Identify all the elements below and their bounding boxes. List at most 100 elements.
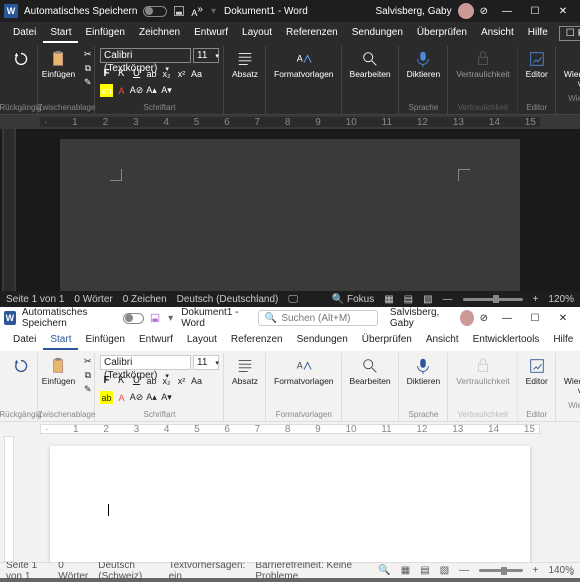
- grow-font-button[interactable]: A▴: [145, 391, 158, 404]
- menu-tab-entwicklertools[interactable]: Entwicklertools: [466, 331, 547, 350]
- horizontal-ruler[interactable]: ·123456789101112131415: [0, 115, 580, 129]
- display-settings-icon[interactable]: 🖵: [288, 294, 298, 305]
- view-web-icon[interactable]: ▧: [440, 565, 449, 576]
- save-icon[interactable]: [173, 5, 185, 17]
- language-indicator[interactable]: Deutsch (Deutschland): [177, 294, 279, 305]
- font-size-select[interactable]: 11▾: [193, 355, 219, 370]
- page-indicator[interactable]: Seite 1 von 1: [6, 560, 48, 582]
- editor-button[interactable]: Editor: [523, 48, 551, 81]
- menu-tab-überprüfen[interactable]: Überprüfen: [410, 24, 474, 43]
- superscript-button[interactable]: x²: [175, 374, 188, 387]
- document-area[interactable]: [0, 129, 580, 291]
- case-button[interactable]: Aa: [190, 67, 203, 80]
- predictions-indicator[interactable]: Textvorhersagen: ein: [169, 560, 246, 582]
- vertical-ruler[interactable]: [2, 129, 16, 291]
- dictate-button[interactable]: Diktieren: [404, 355, 444, 388]
- highlight-button[interactable]: ab: [100, 84, 113, 97]
- view-print-icon[interactable]: ▤: [420, 565, 429, 576]
- clear-format-button[interactable]: A⊘: [130, 84, 143, 97]
- zoom-slider[interactable]: [479, 569, 522, 572]
- menu-tab-datei[interactable]: Datei: [6, 24, 43, 43]
- edit-button[interactable]: Bearbeiten: [347, 48, 394, 81]
- highlight-button[interactable]: ab: [100, 391, 113, 404]
- search-input[interactable]: 🔍 Suchen (Alt+M): [258, 310, 378, 326]
- font-size-select[interactable]: 11▾: [193, 48, 219, 63]
- cut-icon[interactable]: ✂: [81, 48, 94, 61]
- user-avatar[interactable]: [458, 3, 474, 19]
- edit-button[interactable]: Bearbeiten: [347, 355, 394, 388]
- maximize-button[interactable]: ☐: [522, 309, 548, 327]
- menu-tab-ansicht[interactable]: Ansicht: [419, 331, 466, 350]
- menu-tab-referenzen[interactable]: Referenzen: [224, 331, 290, 350]
- user-name[interactable]: Salvisberg, Gaby: [375, 6, 451, 17]
- clear-format-button[interactable]: A⊘: [130, 391, 143, 404]
- styles-button[interactable]: AFormatvorlagen: [271, 355, 337, 388]
- bold-button[interactable]: F: [100, 374, 113, 387]
- zoom-in-button[interactable]: +: [533, 565, 539, 576]
- menu-tab-ansicht[interactable]: Ansicht: [474, 24, 521, 43]
- menu-tab-sendungen[interactable]: Sendungen: [345, 24, 410, 43]
- italic-button[interactable]: K: [115, 67, 128, 80]
- word-count[interactable]: 0 Wörter: [58, 560, 88, 582]
- font-color-button[interactable]: A: [115, 84, 128, 97]
- zoom-in-button[interactable]: +: [533, 294, 539, 305]
- page[interactable]: [60, 139, 520, 291]
- format-painter-icon[interactable]: ✎: [81, 383, 94, 396]
- shrink-font-button[interactable]: A▾: [160, 391, 173, 404]
- paragraph-button[interactable]: Absatz: [229, 48, 261, 81]
- case-button[interactable]: Aa: [190, 374, 203, 387]
- maximize-button[interactable]: ☐: [522, 2, 548, 20]
- italic-button[interactable]: K: [115, 374, 128, 387]
- collapse-ribbon-button[interactable]: ⌄: [568, 567, 576, 578]
- comments-button[interactable]: ☐ Kommentare ▾: [559, 26, 580, 41]
- menu-tab-start[interactable]: Start: [43, 24, 78, 43]
- editor-button[interactable]: Editor: [523, 355, 551, 388]
- format-painter-icon[interactable]: ✎: [81, 76, 94, 89]
- subscript-button[interactable]: x₂: [160, 374, 173, 387]
- menu-tab-hilfe[interactable]: Hilfe: [546, 331, 580, 350]
- user-name[interactable]: Salvisberg, Gaby: [390, 307, 454, 329]
- char-count[interactable]: 0 Zeichen: [123, 294, 167, 305]
- menu-tab-hilfe[interactable]: Hilfe: [521, 24, 555, 43]
- menu-tab-zeichnen[interactable]: Zeichnen: [132, 24, 187, 43]
- accessibility-indicator[interactable]: Barrierefreiheit: Keine Probleme: [255, 560, 358, 582]
- cut-icon[interactable]: ✂: [81, 355, 94, 368]
- font-hint-icon[interactable]: A»: [191, 4, 203, 18]
- view-read-icon[interactable]: ▦: [401, 565, 410, 576]
- menu-tab-start[interactable]: Start: [43, 331, 78, 350]
- vertical-ruler[interactable]: [2, 436, 16, 562]
- document-area[interactable]: [0, 436, 580, 562]
- menu-tab-überprüfen[interactable]: Überprüfen: [355, 331, 419, 350]
- view-web-icon[interactable]: ▧: [423, 294, 432, 305]
- visual-tools-icon[interactable]: ⊘: [480, 6, 488, 17]
- menu-tab-sendungen[interactable]: Sendungen: [290, 331, 355, 350]
- reuse-files-button[interactable]: Wiederverwendung von Dateien: [561, 48, 580, 91]
- underline-button[interactable]: U: [130, 67, 143, 80]
- paragraph-button[interactable]: Absatz: [229, 355, 261, 388]
- dictate-button[interactable]: Diktieren: [404, 48, 444, 81]
- menu-tab-entwurf[interactable]: Entwurf: [132, 331, 180, 350]
- menu-tab-einfügen[interactable]: Einfügen: [78, 24, 131, 43]
- zoom-slider[interactable]: [463, 298, 523, 301]
- zoom-out-button[interactable]: —: [459, 565, 469, 576]
- autosave-toggle[interactable]: [143, 6, 167, 17]
- zoom-level[interactable]: 120%: [548, 294, 574, 305]
- strike-button[interactable]: ab: [145, 374, 158, 387]
- minimize-button[interactable]: —: [494, 309, 520, 327]
- menu-tab-referenzen[interactable]: Referenzen: [279, 24, 345, 43]
- menu-tab-einfügen[interactable]: Einfügen: [78, 331, 131, 350]
- language-indicator[interactable]: Deutsch (Schweiz): [98, 560, 158, 582]
- font-color-button[interactable]: A: [115, 391, 128, 404]
- undo-button[interactable]: [9, 48, 33, 70]
- styles-button[interactable]: AFormatvorlagen: [271, 48, 337, 81]
- page-indicator[interactable]: Seite 1 von 1: [6, 294, 64, 305]
- save-icon[interactable]: [150, 312, 160, 324]
- grow-font-button[interactable]: A▴: [145, 84, 158, 97]
- strike-button[interactable]: ab: [145, 67, 158, 80]
- view-print-icon[interactable]: ▤: [404, 294, 413, 305]
- menu-tab-layout[interactable]: Layout: [235, 24, 279, 43]
- visual-tools-icon[interactable]: ⊘: [480, 313, 488, 324]
- focus-mode-button[interactable]: 🔍 Fokus: [332, 294, 374, 305]
- underline-button[interactable]: U: [130, 374, 143, 387]
- bold-button[interactable]: F: [100, 67, 113, 80]
